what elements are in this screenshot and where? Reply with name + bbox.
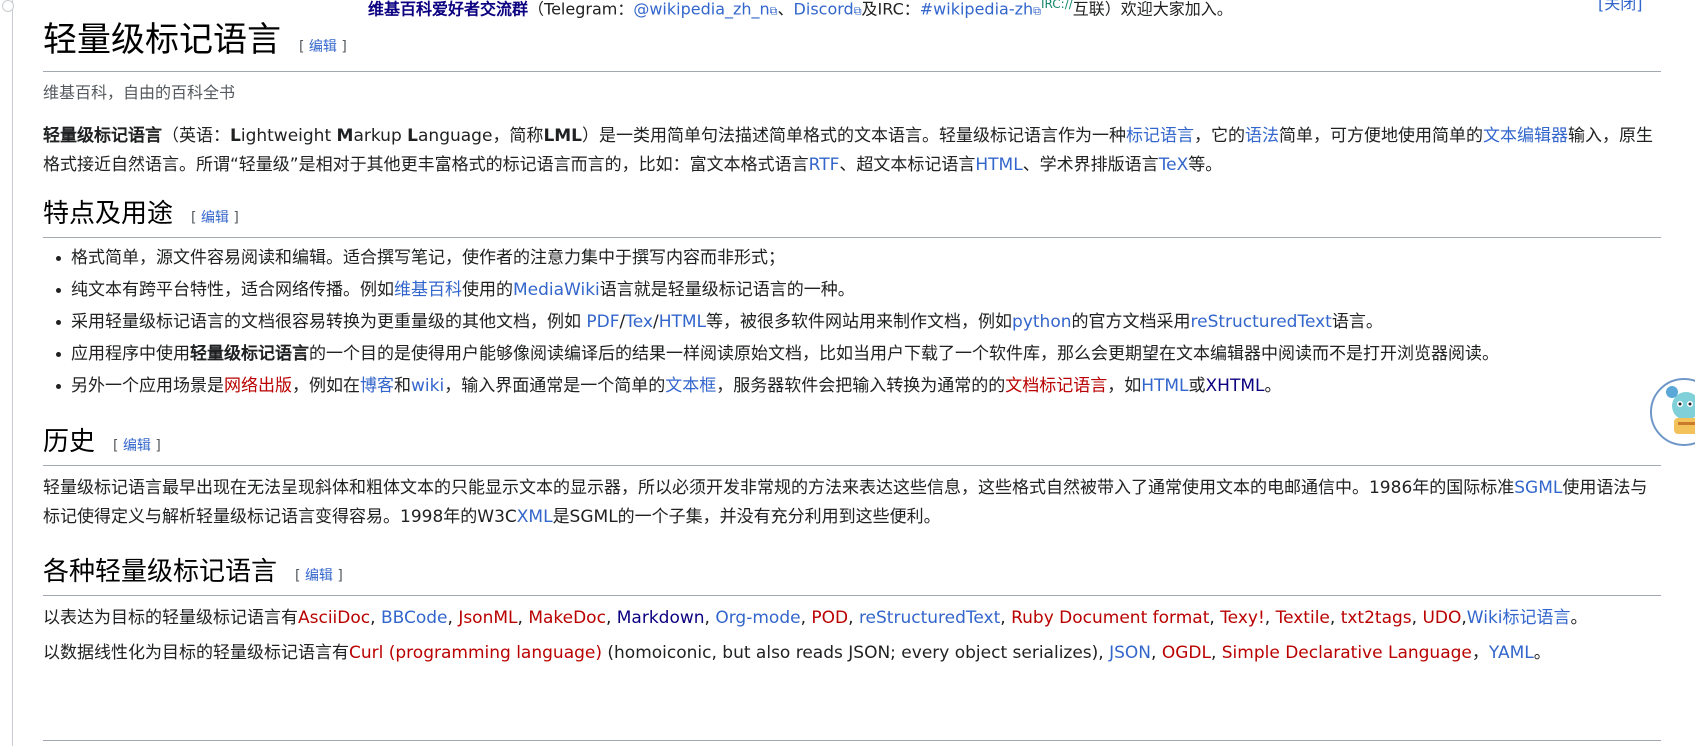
community-link[interactable]: 维基百科爱好者交流群 xyxy=(368,0,528,18)
language-link[interactable]: Texy! xyxy=(1220,608,1265,628)
wiki-link[interactable]: wiki xyxy=(411,376,444,396)
language-link[interactable]: UDO xyxy=(1422,608,1461,628)
curl-link[interactable]: Curl (programming language) xyxy=(349,643,602,663)
telegram-link[interactable]: @wikipedia_zh_n xyxy=(633,0,769,18)
edit-section: [ 编辑 ] xyxy=(113,438,161,454)
separator: 。 xyxy=(1570,608,1588,628)
kinds-expression-paragraph: 以表达为目标的轻量级标记语言有AsciiDoc, BBCode, JsonML,… xyxy=(43,608,1588,628)
edit-section: [ 编辑 ] xyxy=(295,568,343,584)
sdl-link[interactable]: Simple Declarative Language xyxy=(1222,643,1472,663)
mediawiki-link[interactable]: MediaWiki xyxy=(513,280,600,300)
tex-link[interactable]: TeX xyxy=(1159,155,1189,175)
html-link[interactable]: HTML xyxy=(659,312,706,332)
close-notice-button[interactable]: [关闭] xyxy=(1598,0,1643,14)
separator: , xyxy=(447,608,459,628)
separator: , xyxy=(517,608,529,628)
section-heading-kinds: 各种轻量级标记语言 [ 编辑 ] xyxy=(43,554,1661,596)
list-item: 应用程序中使用轻量级标记语言的一个目的是使得用户能够像阅读编译后的结果一样阅读原… xyxy=(56,338,1661,370)
section-heading-history: 历史 [ 编辑 ] xyxy=(43,424,1661,466)
irc-superscript: IRC:// xyxy=(1041,0,1073,11)
list-item: 采用轻量级标记语言的文档很容易转换为更重量级的其他文档，例如 PDF/Tex/H… xyxy=(56,306,1661,338)
external-link-icon: ⧉ xyxy=(853,4,862,18)
notice-text: 、 xyxy=(777,0,794,19)
separator: , xyxy=(1411,608,1423,628)
xhtml-link[interactable]: XHTML xyxy=(1206,376,1265,396)
edit-title-link[interactable]: 编辑 xyxy=(309,39,337,55)
pdf-link[interactable]: PDF xyxy=(586,312,619,332)
separator: , xyxy=(800,608,812,628)
language-link[interactable]: Textile xyxy=(1276,608,1330,628)
language-link[interactable]: Markdown xyxy=(617,608,705,628)
notice-text: （Telegram： xyxy=(528,0,634,19)
edit-kinds-link[interactable]: 编辑 xyxy=(305,568,333,584)
notice-text: 及IRC： xyxy=(861,0,920,19)
markup-language-link[interactable]: 标记语言 xyxy=(1126,126,1194,146)
notice-text: 互联）欢迎大家加入。 xyxy=(1072,0,1233,19)
edit-features-link[interactable]: 编辑 xyxy=(201,210,229,226)
rail-circle xyxy=(2,0,14,12)
site-tagline: 维基百科，自由的百科全书 xyxy=(43,83,236,102)
external-link-icon: ⧉ xyxy=(1033,4,1041,18)
json-link[interactable]: JSON xyxy=(1109,643,1151,663)
article-content: 轻量级标记语言 [ 编辑 ] 维基百科，自由的百科全书 轻量级标记语言（英语：L… xyxy=(43,18,1661,668)
xml-link[interactable]: XML xyxy=(517,507,553,527)
separator: , xyxy=(1000,608,1012,628)
separator: , xyxy=(370,608,381,628)
language-link[interactable]: Wiki标记语言 xyxy=(1467,608,1571,628)
content-divider xyxy=(43,740,1661,742)
list-item: 纯文本有跨平台特性，适合网络传播。例如维基百科使用的MediaWiki语言就是轻… xyxy=(56,274,1661,306)
lead-paragraph: 轻量级标记语言（英语：Lightweight Markup Language，简… xyxy=(43,126,1654,175)
language-link[interactable]: txt2tags xyxy=(1341,608,1412,628)
separator: , xyxy=(704,608,716,628)
left-rail xyxy=(0,0,14,746)
edit-history-link[interactable]: 编辑 xyxy=(123,438,151,454)
separator: , xyxy=(605,608,617,628)
separator: , xyxy=(1329,608,1341,628)
mascot-icon xyxy=(1666,386,1695,434)
language-link[interactable]: POD xyxy=(811,608,848,628)
external-link-icon: ⧉ xyxy=(769,4,778,18)
tex-link[interactable]: Tex xyxy=(625,312,653,332)
lead-term: 轻量级标记语言 xyxy=(43,126,162,146)
list-item: 另外一个应用场景是网络出版，例如在博客和wiki，输入界面通常是一个简单的文本框… xyxy=(56,370,1661,402)
language-link[interactable]: Org-mode xyxy=(715,608,800,628)
separator: , xyxy=(1264,608,1276,628)
python-link[interactable]: python xyxy=(1012,312,1071,332)
language-link[interactable]: JsonML xyxy=(458,608,517,628)
irc-link[interactable]: #wikipedia-zh xyxy=(920,0,1033,18)
edit-section: [ 编辑 ] xyxy=(191,210,239,226)
html-link[interactable]: HTML xyxy=(1141,376,1188,396)
text-editor-link[interactable]: 文本编辑器 xyxy=(1483,126,1568,146)
language-link[interactable]: reStructuredText xyxy=(859,608,1000,628)
separator: , xyxy=(1209,608,1221,628)
page-title: 轻量级标记语言 [ 编辑 ] xyxy=(43,18,1661,72)
blog-link[interactable]: 博客 xyxy=(360,376,394,396)
language-link[interactable]: Ruby Document format xyxy=(1011,608,1209,628)
separator: , xyxy=(848,608,859,628)
language-link[interactable]: AsciiDoc xyxy=(298,608,370,628)
rtf-link[interactable]: RTF xyxy=(809,155,840,175)
yaml-link[interactable]: YAML xyxy=(1489,643,1534,663)
kinds-data-paragraph: 以数据线性化为目标的轻量级标记语言有Curl (programming lang… xyxy=(43,643,1551,663)
document-markup-link[interactable]: 文档标记语言 xyxy=(1005,376,1107,396)
restructuredtext-link[interactable]: reStructuredText xyxy=(1191,312,1332,332)
sgml-link[interactable]: SGML xyxy=(1514,478,1562,498)
wikipedia-link[interactable]: 维基百科 xyxy=(394,280,462,300)
textbox-link[interactable]: 文本框 xyxy=(665,376,716,396)
syntax-link[interactable]: 语法 xyxy=(1245,126,1279,146)
web-publishing-link[interactable]: 网络出版 xyxy=(224,376,292,396)
page-title-text: 轻量级标记语言 xyxy=(43,20,281,60)
discord-link[interactable]: Discord xyxy=(794,0,854,18)
language-link[interactable]: BBCode xyxy=(381,608,448,628)
html-link[interactable]: HTML xyxy=(975,155,1022,175)
language-link[interactable]: MakeDoc xyxy=(528,608,606,628)
features-list: 格式简单，源文件容易阅读和编辑。适合撰写笔记，使作者的注意力集中于撰写内容而非形… xyxy=(43,242,1661,402)
section-heading-features: 特点及用途 [ 编辑 ] xyxy=(43,196,1661,238)
ogdl-link[interactable]: OGDL xyxy=(1162,643,1211,663)
edit-section: [ 编辑 ] xyxy=(299,39,347,55)
history-paragraph: 轻量级标记语言最早出现在无法呈现斜体和粗体文本的只能显示文本的显示器，所以必须开… xyxy=(43,478,1648,527)
list-item: 格式简单，源文件容易阅读和编辑。适合撰写笔记，使作者的注意力集中于撰写内容而非形… xyxy=(56,242,1661,274)
